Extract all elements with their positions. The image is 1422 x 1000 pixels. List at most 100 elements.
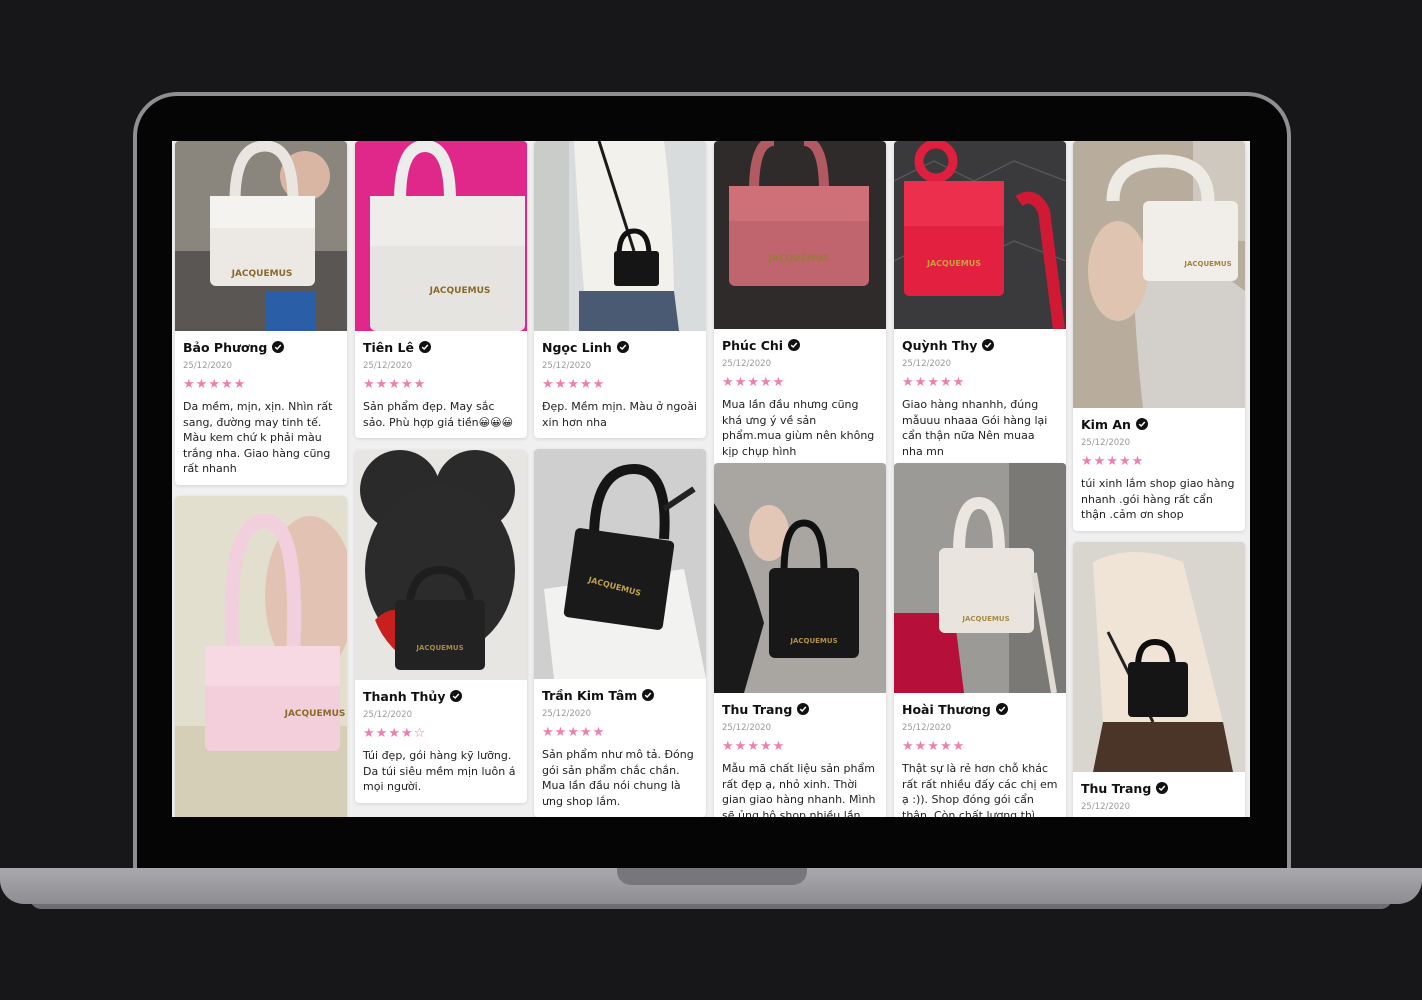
star-filled-icon: ★ [220,377,233,392]
review-info: Trần Kim Tâm 25/12/2020 ★ ★ ★ ★ ★ Sản phẩm n… [534,679,706,817]
star-filled-icon: ★ [363,377,375,392]
star-filled-icon: ★ [208,377,220,392]
review-text: Mua lần đầu nhưng cũng khá ưng ý về sản … [722,398,875,458]
review-photo[interactable]: JACQUEMUS [894,141,1066,329]
star-filled-icon: ★ [747,375,759,390]
review-card[interactable]: JACQUEMUS Kim An 25/12/2020 ★ ★ ★ ★ ★ túi xi… [1073,141,1245,531]
star-rating: ★ ★ ★ ★ ★ [1081,455,1237,469]
verified-check-icon [272,341,285,353]
review-card[interactable]: JACQUEMUS Thu Trang 25/12/2020 ★ ★ ★ ★ ★ Mẫu… [714,463,886,817]
star-filled-icon: ★ [542,377,554,392]
star-rating: ★ ★ ★ ★ ★ [722,740,878,754]
star-filled-icon: ★ [1093,454,1106,469]
star-filled-icon: ★ [592,725,605,740]
review-info: Thu Trang 25/12/2020 ★ ★ ★ ★ ★ Mẫu mã chất l… [714,693,886,818]
review-card[interactable]: JACQUEMUS Quỳnh Thy 25/12/2020 ★ ★ ★ ★ ★ Gia… [894,141,1066,467]
star-filled-icon: ★ [914,739,927,754]
reviewer-name: Hoài Thương [902,701,991,717]
star-filled-icon: ★ [567,725,579,740]
star-filled-icon: ★ [554,377,567,392]
review-info: Phúc Chi 25/12/2020 ★ ★ ★ ★ ★ Mua lần đầu nh… [714,329,886,467]
star-rating: ★ ★ ★ ★ ★ [722,376,878,390]
review-photo[interactable] [534,141,706,331]
review-date: 25/12/2020 [1081,802,1130,812]
review-photo[interactable]: JACQUEMUS [534,449,706,679]
star-filled-icon: ★ [400,726,413,741]
star-filled-icon: ★ [233,377,246,392]
review-card[interactable]: JACQUEMUS Trần Kim Tâm 25/12/2020 ★ ★ ★ ★ ★ … [534,449,706,817]
verified-check-icon [616,341,629,353]
star-filled-icon: ★ [400,377,413,392]
star-filled-icon: ★ [952,739,965,754]
review-text: Túi đẹp, gói hàng kỹ lưỡng. Da túi siêu … [363,749,516,793]
verified-check-icon [797,703,810,715]
star-filled-icon: ★ [592,377,605,392]
review-card[interactable]: JACQUEMUS Tiên Lê 25/12/2020 ★ ★ ★ ★ ★ Sản p… [355,141,527,438]
review-text: Mẫu mã chất liệu sản phẩm rất đẹp ạ, nhỏ… [722,762,876,817]
star-filled-icon: ★ [734,375,747,390]
review-photo[interactable]: JACQUEMUS [714,141,886,329]
review-photo[interactable]: JACQUEMUS [1073,141,1245,408]
review-photo[interactable]: JACQUEMUS [355,141,527,331]
reviewer-name: Tiên Lê [363,339,414,355]
review-date: 25/12/2020 [902,359,951,369]
star-filled-icon: ★ [902,739,914,754]
review-photo[interactable]: JACQUEMUS [175,496,347,817]
verified-check-icon [642,689,655,701]
review-photo[interactable]: JACQUEMUS [175,141,347,331]
review-date: 25/12/2020 [542,361,591,371]
verified-check-icon [982,339,995,351]
brand-logo: JACQUEMUS [768,254,830,264]
review-photo[interactable]: JACQUEMUS [894,463,1066,693]
star-filled-icon: ★ [772,739,785,754]
review-photo[interactable]: JACQUEMUS [714,463,886,693]
star-filled-icon: ★ [195,377,208,392]
star-filled-icon: ★ [722,375,734,390]
laptop-notch [617,868,807,885]
star-filled-icon: ★ [388,377,400,392]
review-card[interactable]: JACQUEMUS Bảo Phương 25/12/2020 ★ ★ ★ ★ ★ Da… [175,141,347,485]
verified-check-icon [418,341,431,353]
review-card[interactable]: Thu Trang 25/12/2020 [1073,542,1245,817]
reviewer-name: Thu Trang [1081,780,1152,796]
review-text: Sản phẩm đẹp. May sắc sảo. Phù hợp giá t… [363,400,514,429]
review-date: 25/12/2020 [363,361,412,371]
star-rating: ★ ★ ★ ★ ★ [542,726,698,740]
star-filled-icon: ★ [413,377,426,392]
review-card[interactable]: JACQUEMUS [175,496,347,817]
review-text: Giao hàng nhanhh, đúng mẫuuu nhaaa Gói h… [902,398,1048,458]
verified-check-icon [788,339,801,351]
star-filled-icon: ★ [902,375,914,390]
star-rating: ★ ★ ★ ★ ☆ [363,727,519,741]
reviewer-name: Bảo Phương [183,339,268,355]
star-filled-icon: ★ [1081,454,1093,469]
review-photo[interactable]: JACQUEMUS [355,450,527,680]
review-date: 25/12/2020 [722,359,771,369]
star-filled-icon: ★ [939,739,952,754]
reviewer-name: Phúc Chi [722,337,784,353]
brand-logo: JACQUEMUS [1183,260,1231,268]
star-filled-icon: ★ [183,377,195,392]
reviewer-name: Ngọc Linh [542,339,612,355]
review-info: Quỳnh Thy 25/12/2020 ★ ★ ★ ★ ★ Giao hàng nha… [894,329,1066,467]
reviewer-name: Trần Kim Tâm [542,687,638,703]
review-card[interactable]: Ngọc Linh 25/12/2020 ★ ★ ★ ★ ★ Đẹp. Mềm mịn.… [534,141,706,438]
review-card[interactable]: JACQUEMUS Thanh Thủy 25/12/2020 ★ ★ ★ ★ ☆ Tú… [355,450,527,803]
star-filled-icon: ★ [734,739,747,754]
star-filled-icon: ★ [388,726,400,741]
review-info: Ngọc Linh 25/12/2020 ★ ★ ★ ★ ★ Đẹp. Mềm mịn.… [534,331,706,438]
brand-logo: JACQUEMUS [926,259,981,268]
verified-check-icon [450,690,463,702]
star-filled-icon: ★ [375,726,388,741]
star-rating: ★ ★ ★ ★ ★ [542,378,698,392]
verified-check-icon [1156,782,1169,794]
review-photo[interactable] [1073,542,1245,772]
brand-logo: JACQUEMUS [231,269,293,279]
verified-check-icon [1135,418,1148,430]
brand-logo: JACQUEMUS [789,637,837,645]
review-card[interactable]: JACQUEMUS Hoài Thương 25/12/2020 ★ ★ ★ ★ ★ T… [894,463,1066,817]
review-card[interactable]: JACQUEMUS Phúc Chi 25/12/2020 ★ ★ ★ ★ ★ Mua … [714,141,886,467]
brand-logo: JACQUEMUS [961,615,1009,623]
star-filled-icon: ★ [722,739,734,754]
review-info: Hoài Thương 25/12/2020 ★ ★ ★ ★ ★ Thật sự là … [894,693,1066,818]
